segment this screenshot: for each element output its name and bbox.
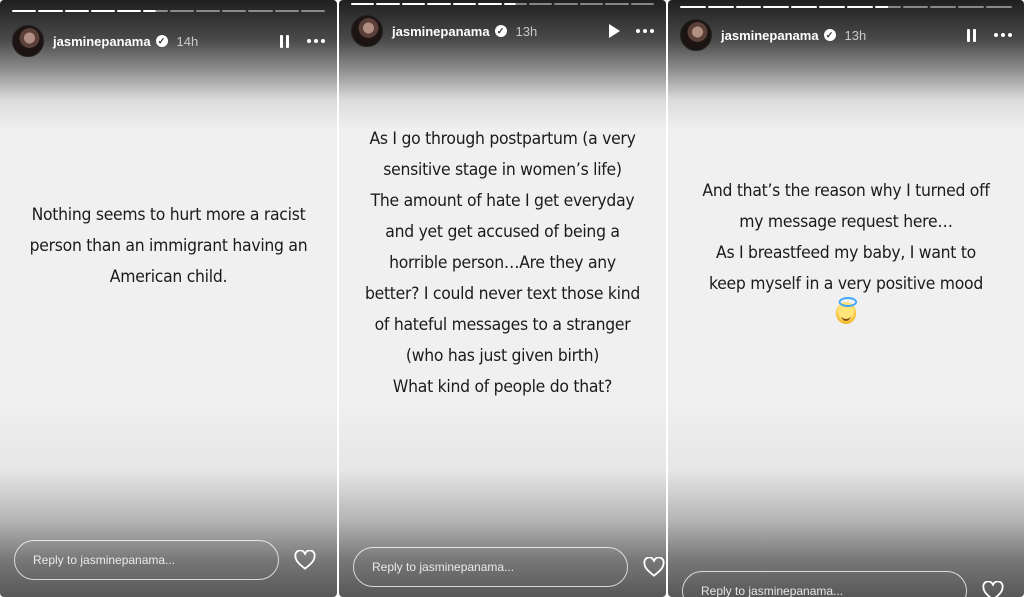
reply-bar [14,540,317,580]
story-text: As I go through postpartum (a very sensi… [361,124,643,403]
reply-input[interactable] [353,547,628,587]
progress-segment [630,3,655,5]
more-options-icon[interactable] [994,33,1012,37]
progress-segment [351,3,375,5]
progress-segment [735,6,762,8]
progress-segment [846,6,873,8]
progress-segment [930,6,957,8]
progress-segment [401,3,426,5]
progress-segment [427,3,451,5]
progress-segment [300,10,325,12]
progress-segment [222,10,247,12]
story-progress [680,6,1012,8]
username[interactable]: jasminepanama [53,34,151,49]
pause-icon[interactable] [273,30,295,52]
heart-icon[interactable] [642,556,666,578]
story-text-line: better? I could never text those kind [364,284,641,304]
story-text-line: sensitive stage in women’s life) [383,160,622,180]
heart-icon[interactable] [293,549,317,571]
progress-segment [707,6,734,8]
username[interactable]: jasminepanama [721,28,819,43]
avatar[interactable] [351,15,383,47]
story-text-line: As I breastfeed my baby, I want to [716,243,976,263]
story-text-line: And that’s the reason why I turned off [702,181,990,201]
story-text: And that’s the reason why I turned off m… [691,176,1000,335]
progress-segment [248,10,273,12]
story-header: jasminepanama ✓ 14h [12,25,325,57]
progress-segment [986,6,1012,8]
post-time: 13h [844,27,867,43]
emoji-line [691,297,1000,335]
more-options-icon[interactable] [636,29,654,33]
reply-bar [682,571,1005,597]
username[interactable]: jasminepanama [392,24,490,39]
progress-segment [38,10,63,12]
story-card-3: jasminepanama ✓ 13h And that’s the reaso… [668,0,1024,597]
progress-segment [90,10,115,12]
avatar[interactable] [680,19,712,51]
progress-segment [763,6,790,8]
progress-segment [143,10,168,12]
heart-icon[interactable] [981,580,1005,597]
reply-input[interactable] [682,571,967,597]
progress-segment [528,3,553,5]
story-text-line: (who has just given birth) [405,346,600,366]
progress-segment [195,10,220,12]
progress-segment [605,3,629,5]
story-header: jasminepanama ✓ 13h [351,15,654,47]
story-text-line: my message request here… [739,212,953,232]
reply-input[interactable] [14,540,279,580]
progress-segment [579,3,604,5]
story-text-line: Nothing seems to hurt more a racist [31,205,306,225]
play-icon[interactable] [602,20,624,42]
progress-segment [902,6,929,8]
story-text-line: The amount of hate I get everyday [370,191,635,211]
story-text-line: keep myself in a very positive mood [708,274,984,294]
story-text-line: horrible person…Are they any [389,253,616,273]
verified-badge-icon: ✓ [823,29,836,41]
progress-segment [64,10,89,12]
story-comparison: jasminepanama ✓ 14h Nothing seems to hur… [0,0,1024,597]
post-time: 13h [515,23,538,39]
story-text: Nothing seems to hurt more a racist pers… [23,200,315,293]
story-text-line: person than an immigrant having an [29,236,308,256]
story-card-2: jasminepanama ✓ 13h As I go through post… [339,0,666,597]
progress-segment [12,10,37,12]
post-time: 14h [176,33,199,49]
story-text-line: American child. [109,267,228,287]
progress-segment [117,10,142,12]
story-progress [12,10,325,12]
reply-bar [353,547,666,587]
progress-segment [376,3,400,5]
progress-segment [819,6,845,8]
progress-segment [169,10,194,12]
story-progress [351,3,655,5]
verified-badge-icon: ✓ [494,25,507,37]
progress-segment [791,6,818,8]
progress-segment [478,3,502,5]
story-card-1: jasminepanama ✓ 14h Nothing seems to hur… [0,0,337,597]
progress-segment [452,3,477,5]
progress-segment [554,3,578,5]
story-header: jasminepanama ✓ 13h [680,19,1012,51]
story-text-line: What kind of people do that? [392,377,613,397]
progress-segment [680,6,706,8]
story-text-line: of hateful messages to a stranger [374,315,631,335]
verified-badge-icon: ✓ [155,35,168,47]
progress-segment [503,3,527,5]
progress-segment [958,6,985,8]
story-text-line: As I go through postpartum (a very [369,129,636,149]
progress-segment [274,10,299,12]
story-text-line: and yet get accused of being a [385,222,620,242]
progress-segment [874,6,901,8]
smiling-face-with-halo-icon [835,297,858,335]
pause-icon[interactable] [960,24,982,46]
avatar[interactable] [12,25,44,57]
more-options-icon[interactable] [307,39,325,43]
